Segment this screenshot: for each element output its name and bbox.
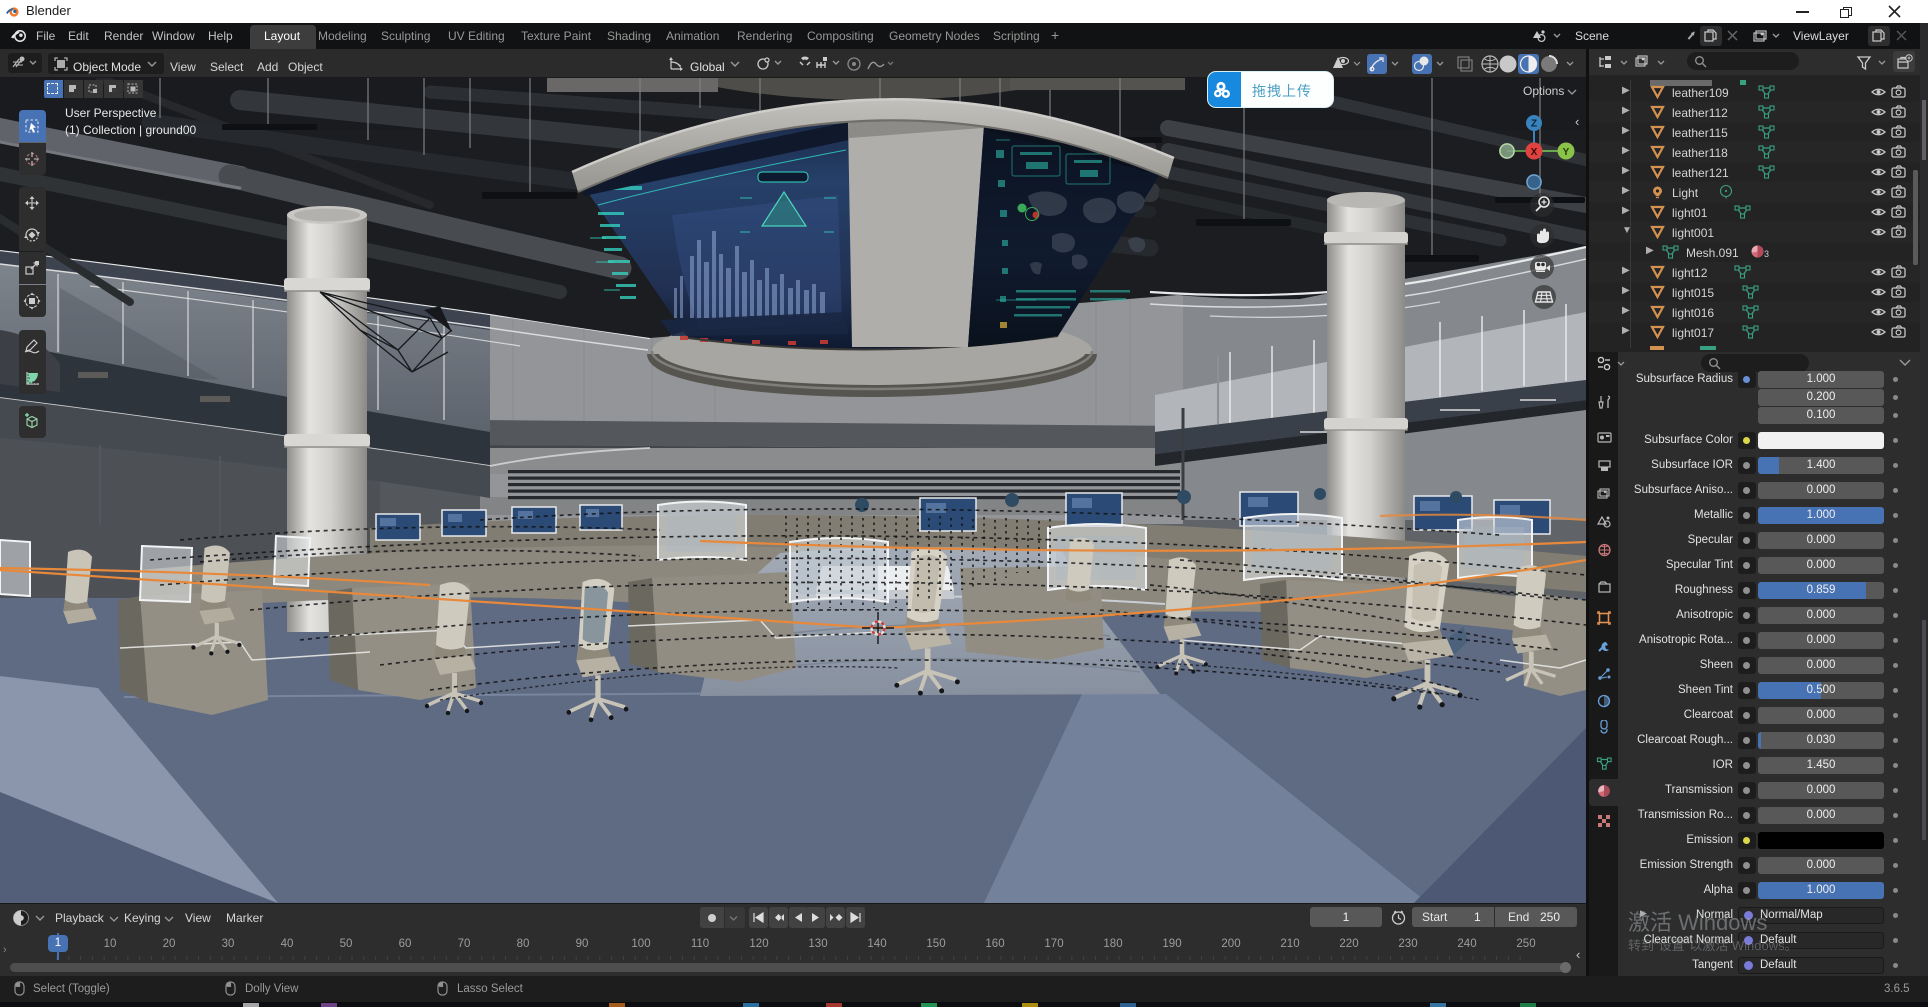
svg-text:X: X <box>1531 147 1538 158</box>
svg-text:Y: Y <box>1563 147 1570 158</box>
svg-text:Z: Z <box>1531 119 1537 130</box>
